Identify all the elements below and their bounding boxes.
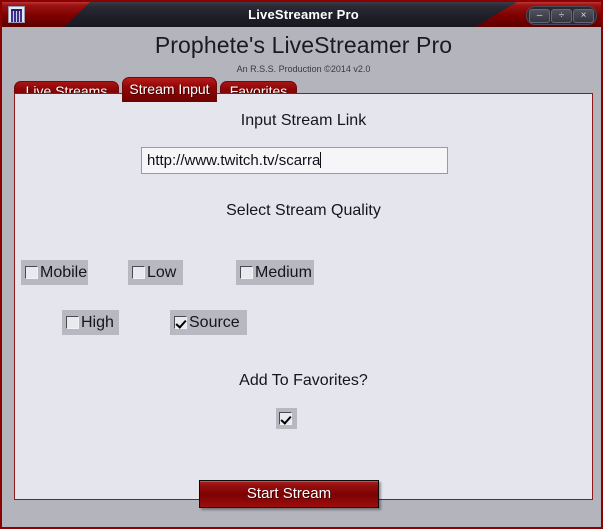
title-bar: LiveStreamer Pro – ÷ × (2, 2, 601, 27)
page-subtitle: An R.S.S. Production ©2014 v2.0 (236, 64, 371, 74)
window-title: LiveStreamer Pro (248, 7, 359, 22)
stream-input-panel: Input Stream Link http://www.twitch.tv/s… (14, 93, 593, 508)
quality-option-medium-label: Medium (255, 263, 312, 281)
checkbox-favorites-icon[interactable] (279, 412, 292, 425)
quality-option-medium[interactable]: Medium (236, 260, 314, 285)
page-title: Prophete's LiveStreamer Pro (154, 32, 453, 58)
tab-stream-input[interactable]: Stream Input (122, 77, 217, 102)
application-window: LiveStreamer Pro – ÷ × Prophete's LiveSt… (0, 0, 603, 529)
maximize-button[interactable]: ÷ (551, 8, 572, 23)
quality-option-high[interactable]: High (62, 310, 119, 335)
window-controls: – ÷ × (526, 6, 597, 25)
quality-option-low-label: Low (147, 263, 177, 281)
start-stream-button[interactable]: Start Stream (199, 480, 379, 508)
checkbox-low-icon[interactable] (132, 266, 145, 279)
checkbox-mobile-icon[interactable] (25, 266, 38, 279)
app-header: Prophete's LiveStreamer Pro An R.S.S. Pr… (2, 27, 601, 81)
select-stream-quality-label: Select Stream Quality (226, 202, 381, 219)
checkbox-medium-icon[interactable] (240, 266, 253, 279)
quality-option-high-label: High (81, 313, 114, 331)
stream-link-value: http://www.twitch.tv/scarra (147, 152, 321, 169)
quality-option-mobile-label: Mobile (40, 263, 88, 281)
add-to-favorites-checkbox[interactable] (276, 408, 297, 429)
quality-option-mobile[interactable]: Mobile (21, 260, 88, 285)
checkbox-high-icon[interactable] (66, 316, 79, 329)
quality-option-low[interactable]: Low (128, 260, 183, 285)
quality-option-source[interactable]: Source (170, 310, 247, 335)
checkbox-source-icon[interactable] (174, 316, 187, 329)
quality-option-source-label: Source (189, 313, 240, 331)
add-to-favorites-label: Add To Favorites? (239, 372, 368, 389)
close-button[interactable]: × (573, 8, 594, 23)
minimize-button[interactable]: – (529, 8, 550, 23)
input-stream-link-label: Input Stream Link (240, 112, 367, 129)
text-caret (320, 152, 322, 168)
stream-link-input[interactable]: http://www.twitch.tv/scarra (141, 147, 448, 174)
